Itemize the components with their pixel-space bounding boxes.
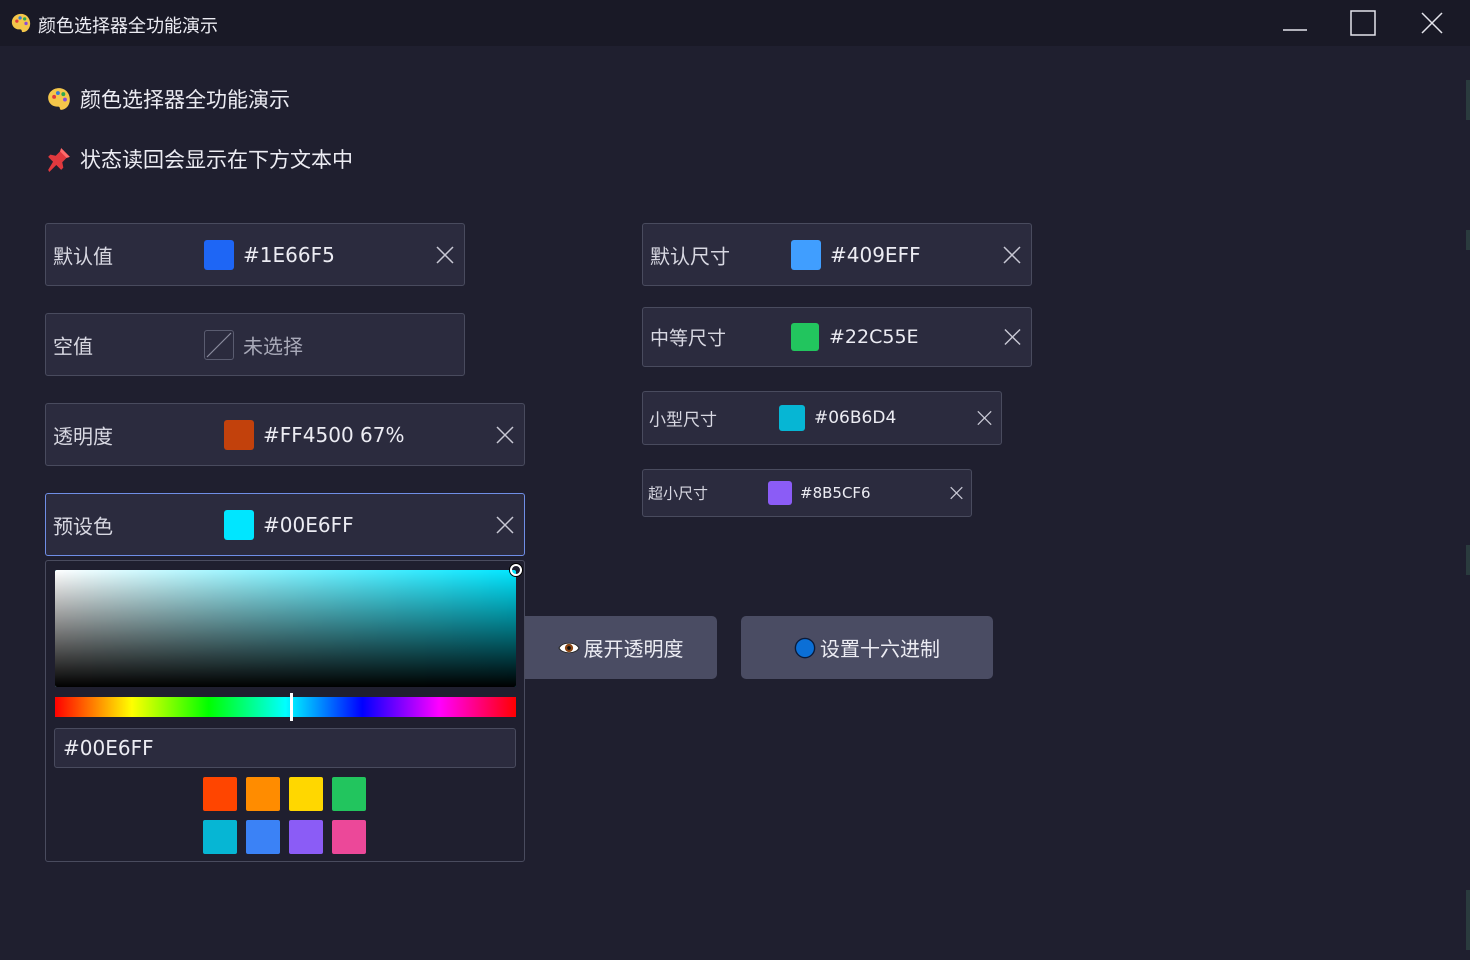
- palette-icon: [11, 13, 31, 33]
- clear-button[interactable]: [1004, 328, 1021, 346]
- color-picker-empty[interactable]: 空值 未选择: [45, 313, 465, 376]
- set-hex-label: 设置十六进制: [820, 637, 940, 661]
- eye-icon: [557, 642, 580, 653]
- value-gradient: [55, 570, 516, 687]
- hue-slider[interactable]: [55, 697, 516, 717]
- window-title: 颜色选择器全功能演示: [38, 16, 218, 37]
- page-title-text: 颜色选择器全功能演示: [80, 88, 290, 112]
- preset-color-blue[interactable]: [246, 820, 280, 854]
- color-swatch: [791, 239, 821, 270]
- set-hex-button[interactable]: 设置十六进制: [741, 616, 993, 679]
- color-swatch: [791, 323, 819, 351]
- close-button[interactable]: [1417, 8, 1447, 38]
- picker-value: #00E6FF: [263, 512, 354, 537]
- picker-value: #8B5CF6: [800, 484, 871, 502]
- preset-color-cyan[interactable]: [203, 820, 237, 854]
- title-bar: 颜色选择器全功能演示: [0, 0, 1470, 46]
- picker-label: 透明度: [53, 424, 113, 448]
- color-swatch: [779, 405, 805, 431]
- close-icon: [950, 486, 963, 500]
- color-swatch: [224, 419, 254, 450]
- color-picker-default[interactable]: 默认值 #1E66F5: [45, 223, 465, 286]
- clear-button[interactable]: [950, 486, 963, 500]
- color-picker-size-default[interactable]: 默认尺寸 #409EFF: [642, 223, 1032, 286]
- minimize-icon: [1283, 29, 1307, 31]
- picker-placeholder: 未选择: [243, 334, 303, 358]
- picker-label: 默认尺寸: [650, 244, 730, 268]
- pushpin-icon: [48, 148, 70, 172]
- clear-button[interactable]: [496, 425, 514, 444]
- color-swatch: [204, 239, 234, 270]
- color-picker-alpha[interactable]: 透明度 #FF4500 67%: [45, 403, 525, 466]
- slash-icon: [206, 332, 232, 357]
- preset-color-gold[interactable]: [289, 777, 323, 811]
- picker-label: 默认值: [53, 244, 113, 268]
- edge-artifact: [1466, 80, 1470, 120]
- close-icon: [1003, 245, 1021, 264]
- clear-button[interactable]: [977, 410, 992, 426]
- edge-artifact: [1466, 230, 1470, 250]
- close-icon: [496, 425, 514, 444]
- color-swatch: [224, 509, 254, 540]
- preset-color-orange[interactable]: [246, 777, 280, 811]
- palette-icon: [48, 88, 70, 110]
- clear-button[interactable]: [436, 245, 454, 264]
- close-icon: [977, 410, 992, 426]
- picker-label: 空值: [53, 334, 93, 358]
- close-icon: [1421, 12, 1443, 34]
- picker-label: 预设色: [53, 514, 113, 538]
- maximize-button[interactable]: [1348, 8, 1378, 38]
- picker-value: #1E66F5: [243, 242, 335, 267]
- close-icon: [436, 245, 454, 264]
- clear-button[interactable]: [1003, 245, 1021, 264]
- empty-swatch: [204, 329, 234, 360]
- edge-artifact: [1466, 545, 1470, 575]
- color-picker-size-mini[interactable]: 超小尺寸 #8B5CF6: [642, 469, 972, 517]
- color-swatch: [768, 481, 792, 505]
- saturation-value-area[interactable]: [55, 570, 516, 687]
- color-picker-size-small[interactable]: 小型尺寸 #06B6D4: [642, 391, 1002, 445]
- picker-label: 小型尺寸: [649, 410, 717, 431]
- color-picker-size-medium[interactable]: 中等尺寸 #22C55E: [642, 307, 1032, 367]
- preset-color-orange-red[interactable]: [203, 777, 237, 811]
- hex-input[interactable]: [54, 728, 516, 768]
- maximize-icon: [1350, 10, 1376, 36]
- preset-color-green[interactable]: [332, 777, 366, 811]
- picker-value: #22C55E: [829, 326, 919, 348]
- saturation-handle[interactable]: [510, 564, 522, 576]
- close-icon: [496, 515, 514, 534]
- picker-value: #409EFF: [830, 242, 921, 267]
- color-picker-presets[interactable]: 预设色 #00E6FF: [45, 493, 525, 556]
- toggle-alpha-button[interactable]: 展开透明度: [500, 616, 717, 679]
- page-subtitle-text: 状态读回会显示在下方文本中: [80, 148, 353, 172]
- edge-artifact: [1466, 890, 1470, 950]
- close-icon: [1004, 328, 1021, 346]
- toggle-alpha-label: 展开透明度: [583, 637, 684, 661]
- picker-label: 超小尺寸: [648, 484, 709, 503]
- color-picker-dropdown: [45, 560, 525, 862]
- preset-color-violet[interactable]: [289, 820, 323, 854]
- page-title: 颜色选择器全功能演示: [46, 84, 290, 114]
- minimize-button[interactable]: [1280, 8, 1310, 38]
- picker-label: 中等尺寸: [650, 327, 727, 350]
- preset-color-pink[interactable]: [332, 820, 366, 854]
- blue-circle-icon: [794, 637, 816, 658]
- page-subtitle: 状态读回会显示在下方文本中: [46, 144, 353, 174]
- clear-button[interactable]: [496, 515, 514, 534]
- hue-handle[interactable]: [290, 693, 293, 721]
- picker-value: #FF4500 67%: [263, 422, 405, 447]
- picker-value: #06B6D4: [814, 408, 897, 428]
